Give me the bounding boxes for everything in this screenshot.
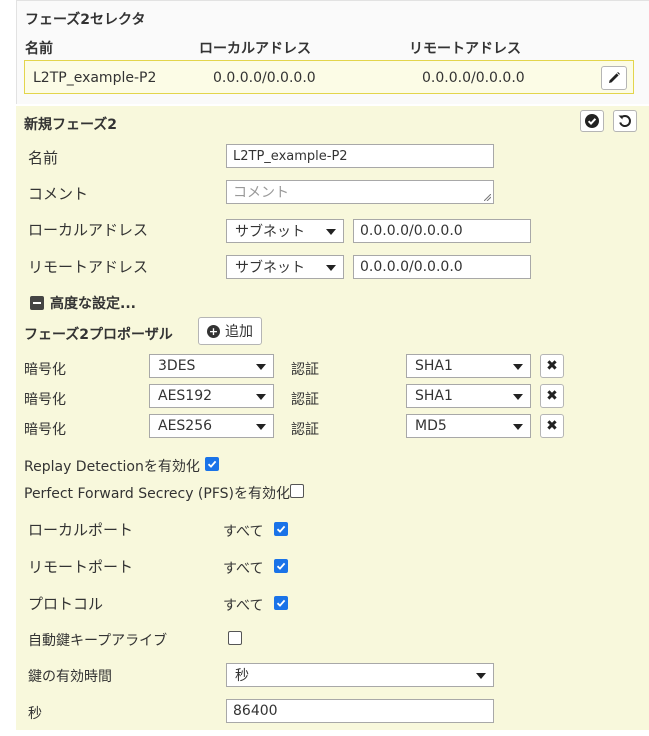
remote-address-label: リモートアドレス: [28, 258, 149, 276]
chevron-down-icon: [513, 394, 523, 400]
pencil-icon: [609, 72, 620, 83]
advanced-settings-toggle[interactable]: 高度な設定...: [30, 293, 136, 313]
key-lifetime-unit-value: 秒: [235, 668, 249, 684]
local-port-all-label: すべて: [223, 524, 264, 540]
protocol-label: プロトコル: [28, 595, 104, 613]
collapse-icon: [30, 296, 44, 310]
chevron-down-icon: [256, 424, 266, 430]
name-label: 名前: [28, 149, 59, 167]
selector-title: フェーズ2セレクタ: [25, 12, 146, 28]
checkmark-icon: [276, 562, 286, 570]
local-port-all-checkbox[interactable]: [274, 522, 288, 536]
local-port-label: ローカルポート: [28, 521, 134, 539]
encryption-value: AES192: [158, 388, 213, 404]
new-phase2-panel: 新規フェーズ2 名前 L2TP_example-P2 コメント コメント ローカ…: [16, 106, 649, 730]
encryption-value: 3DES: [158, 358, 196, 374]
auto-key-keepalive-label: 自動鍵キープアライブ: [28, 633, 168, 649]
replay-detection-label: Replay Detectionを有効化: [24, 459, 200, 475]
local-address-label: ローカルアドレス: [28, 221, 149, 239]
key-lifetime-label: 鍵の有効時間: [28, 669, 112, 685]
undo-icon: [618, 115, 631, 127]
encryption-label: 暗号化: [24, 422, 66, 438]
column-header-name: 名前: [25, 41, 53, 57]
remove-proposal-button[interactable]: ✖: [540, 414, 564, 438]
authentication-value: SHA1: [415, 388, 453, 404]
encryption-select[interactable]: AES256: [149, 414, 274, 438]
remote-port-label: リモートポート: [28, 558, 134, 576]
remote-address-type-value: サブネット: [235, 260, 305, 276]
authentication-label: 認証: [291, 362, 319, 378]
authentication-value: SHA1: [415, 358, 453, 374]
auto-key-keepalive-checkbox[interactable]: [228, 631, 242, 645]
local-address-input[interactable]: 0.0.0.0/0.0.0.0: [353, 219, 531, 243]
panel-title: 新規フェーズ2: [24, 117, 118, 133]
revert-button[interactable]: [613, 110, 637, 132]
authentication-select[interactable]: SHA1: [406, 354, 531, 378]
name-input[interactable]: L2TP_example-P2: [226, 144, 494, 168]
close-icon: ✖: [546, 358, 558, 374]
add-proposal-button[interactable]: + 追加: [198, 317, 262, 345]
proposal-title: フェーズ2プロポーザル: [24, 327, 173, 343]
selector-row[interactable]: L2TP_example-P2 0.0.0.0/0.0.0.0 0.0.0.0/…: [24, 60, 634, 94]
comment-placeholder: コメント: [233, 185, 289, 201]
chevron-down-icon: [513, 424, 523, 430]
add-label: 追加: [225, 324, 253, 340]
chevron-down-icon: [326, 229, 336, 235]
plus-circle-icon: +: [207, 324, 220, 338]
check-circle-icon: [585, 114, 599, 128]
phase2-selector: フェーズ2セレクタ 名前 ローカルアドレス リモートアドレス L2TP_exam…: [16, 0, 649, 104]
pfs-label: Perfect Forward Secrecy (PFS)を有効化: [24, 486, 290, 502]
chevron-down-icon: [476, 673, 486, 679]
resize-grip-icon[interactable]: [484, 194, 491, 201]
close-icon: ✖: [546, 418, 558, 434]
ok-button[interactable]: [580, 110, 604, 132]
authentication-select[interactable]: SHA1: [406, 384, 531, 408]
authentication-label: 認証: [291, 392, 319, 408]
local-address-type-select[interactable]: サブネット: [226, 219, 344, 243]
seconds-label: 秒: [28, 706, 42, 722]
authentication-label: 認証: [291, 422, 319, 438]
authentication-value: MD5: [415, 418, 447, 434]
comment-textarea[interactable]: コメント: [226, 180, 494, 204]
checkmark-icon: [276, 599, 286, 607]
remove-proposal-button[interactable]: ✖: [540, 354, 564, 378]
chevron-down-icon: [326, 265, 336, 271]
close-icon: ✖: [546, 388, 558, 404]
encryption-label: 暗号化: [24, 362, 66, 378]
remote-address-input[interactable]: 0.0.0.0/0.0.0.0: [353, 255, 531, 279]
encryption-select[interactable]: 3DES: [149, 354, 274, 378]
encryption-select[interactable]: AES192: [149, 384, 274, 408]
encryption-value: AES256: [158, 418, 213, 434]
row-local-address: 0.0.0.0/0.0.0.0: [213, 70, 316, 86]
pfs-checkbox[interactable]: [290, 484, 304, 498]
remove-proposal-button[interactable]: ✖: [540, 384, 564, 408]
protocol-all-checkbox[interactable]: [274, 596, 288, 610]
local-address-type-value: サブネット: [235, 224, 305, 240]
comment-label: コメント: [28, 185, 89, 203]
remote-port-all-label: すべて: [223, 561, 264, 577]
column-header-remote-address: リモートアドレス: [409, 41, 521, 57]
key-lifetime-select[interactable]: 秒: [226, 663, 494, 687]
chevron-down-icon: [256, 394, 266, 400]
seconds-input[interactable]: 86400: [226, 699, 494, 723]
chevron-down-icon: [513, 364, 523, 370]
authentication-select[interactable]: MD5: [406, 414, 531, 438]
replay-detection-checkbox[interactable]: [205, 457, 219, 471]
checkmark-icon: [207, 460, 217, 468]
protocol-all-label: すべて: [223, 598, 264, 614]
encryption-label: 暗号化: [24, 392, 66, 408]
edit-button[interactable]: [601, 66, 627, 90]
advanced-settings-label: 高度な設定...: [50, 296, 136, 312]
remote-port-all-checkbox[interactable]: [274, 559, 288, 573]
row-remote-address: 0.0.0.0/0.0.0.0: [422, 70, 525, 86]
remote-address-type-select[interactable]: サブネット: [226, 255, 344, 279]
row-name: L2TP_example-P2: [33, 70, 157, 86]
checkmark-icon: [276, 525, 286, 533]
chevron-down-icon: [256, 364, 266, 370]
column-header-local-address: ローカルアドレス: [199, 41, 311, 57]
